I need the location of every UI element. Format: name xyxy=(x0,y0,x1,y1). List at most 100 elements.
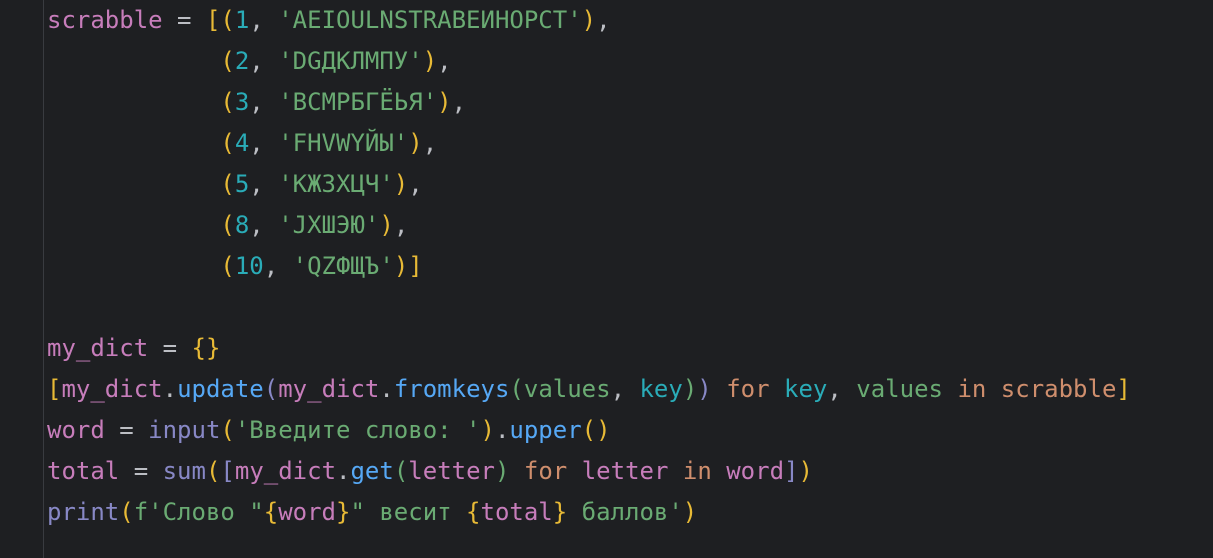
code-token: ) xyxy=(682,498,698,526)
code-token: , xyxy=(408,170,423,198)
code-token: my_dict xyxy=(61,375,163,403)
code-token: . xyxy=(162,375,178,403)
code-token: , xyxy=(437,47,452,75)
code-token: , xyxy=(827,375,857,403)
code-line[interactable]: (4, 'FHVWYЙЫ'), xyxy=(47,123,437,164)
code-token: 8 xyxy=(234,211,250,239)
code-editor[interactable]: scrabble = [(1, 'AEIOULNSTRABEИНОРСТ'), … xyxy=(0,0,1213,558)
code-token: my_dict xyxy=(278,375,380,403)
code-token: , xyxy=(263,252,293,280)
code-token: , xyxy=(249,88,279,116)
code-token: f'Слово " xyxy=(133,498,264,526)
code-token: 'КЖЗХЦЧ' xyxy=(278,170,394,198)
code-token: ) xyxy=(798,457,813,485)
code-token: . xyxy=(494,416,510,444)
code-token: 4 xyxy=(234,129,250,157)
code-token: total xyxy=(47,457,120,485)
code-token: ) xyxy=(495,457,510,485)
code-token: update xyxy=(177,375,264,403)
code-token: scrabble xyxy=(47,6,163,34)
code-token: fromkeys xyxy=(393,375,510,403)
code-token: letter xyxy=(408,457,495,485)
code-token: 'AEIOULNSTRABEИНОРСТ' xyxy=(278,6,582,34)
code-token: , xyxy=(249,6,279,34)
code-token: word xyxy=(726,457,785,485)
code-line[interactable]: word = input('Введите слово: ').upper() xyxy=(47,410,611,451)
code-token: 'DGДКЛМПУ' xyxy=(278,47,423,75)
code-token: ) xyxy=(408,129,423,157)
code-token: , xyxy=(249,129,279,157)
code-token: 'QZФЩЪ' xyxy=(292,252,394,280)
code-token: = xyxy=(162,6,206,34)
code-line[interactable]: (2, 'DGДКЛМПУ'), xyxy=(47,41,452,82)
code-token: my_dict xyxy=(234,457,337,485)
code-token: 'JXШЭЮ' xyxy=(278,211,380,239)
code-token: 5 xyxy=(234,170,250,198)
code-token: ) xyxy=(393,170,409,198)
code-token: [ xyxy=(205,6,221,34)
code-token: 10 xyxy=(234,252,264,280)
code-token: total xyxy=(480,498,553,526)
code-line[interactable]: (10, 'QZФЩЪ')] xyxy=(47,246,423,287)
code-token: = xyxy=(119,457,163,485)
code-token: 1 xyxy=(234,6,250,34)
code-token: = xyxy=(148,334,192,362)
code-token: { xyxy=(263,498,279,526)
code-token: in xyxy=(682,457,712,485)
code-token: ) xyxy=(437,88,452,116)
code-token: for xyxy=(726,375,770,403)
code-token: values xyxy=(856,375,943,403)
code-token: , xyxy=(393,211,409,239)
code-line[interactable]: scrabble = [(1, 'AEIOULNSTRABEИНОРСТ'), xyxy=(47,0,611,41)
code-token: ) xyxy=(422,47,438,75)
code-line[interactable]: (5, 'КЖЗХЦЧ'), xyxy=(47,164,423,205)
code-token: 3 xyxy=(234,88,250,116)
code-token: get xyxy=(350,457,394,485)
code-token: 'Введите слово: ' xyxy=(234,416,481,444)
code-token: . xyxy=(336,457,351,485)
code-token: input xyxy=(148,416,221,444)
code-token: 'FHVWYЙЫ' xyxy=(278,129,409,157)
code-token: ( xyxy=(220,129,235,157)
code-token: , xyxy=(249,47,279,75)
code-token: , xyxy=(422,129,438,157)
code-token: ( xyxy=(220,6,235,34)
code-token: , xyxy=(596,6,611,34)
code-token: ] xyxy=(1116,375,1131,403)
code-token: my_dict xyxy=(47,334,149,362)
code-line[interactable]: [my_dict.update(my_dict.fromkeys(values,… xyxy=(47,369,1131,410)
code-token: key xyxy=(784,375,828,403)
code-token: " весит xyxy=(350,498,467,526)
code-token: sum xyxy=(162,457,206,485)
code-token: word xyxy=(278,498,336,526)
code-line[interactable]: print(f'Слово "{word}" весит {total} бал… xyxy=(47,492,697,533)
code-token: ] xyxy=(408,252,423,280)
code-area[interactable]: scrabble = [(1, 'AEIOULNSTRABEИНОРСТ'), … xyxy=(47,0,1213,558)
code-token: , xyxy=(249,211,279,239)
code-token: ( xyxy=(220,47,235,75)
code-token: ( xyxy=(263,375,279,403)
code-token: {} xyxy=(191,334,221,362)
code-line[interactable]: (8, 'JXШЭЮ'), xyxy=(47,205,408,246)
code-token: for xyxy=(523,457,568,485)
code-token: [ xyxy=(220,457,235,485)
code-token: { xyxy=(466,498,481,526)
code-line[interactable]: total = sum([my_dict.get(letter) for let… xyxy=(47,451,813,492)
code-token: print xyxy=(47,498,120,526)
code-line[interactable]: (3, 'BCMPБГЁЬЯ'), xyxy=(47,82,466,123)
code-token: ( xyxy=(220,416,235,444)
code-line[interactable]: my_dict = {} xyxy=(47,328,220,369)
code-token: ( xyxy=(220,88,235,116)
code-token: ) xyxy=(480,416,495,444)
